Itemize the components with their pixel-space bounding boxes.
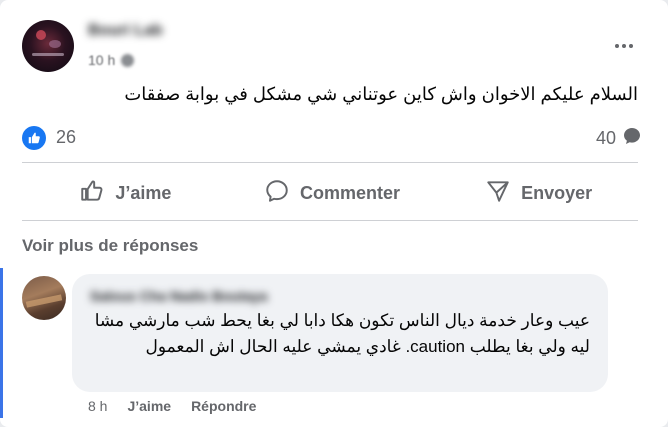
send-outline-icon: [485, 178, 511, 209]
comment-author-name[interactable]: Salous Cha Nadis Boutaya: [90, 288, 267, 304]
author-avatar[interactable]: [22, 20, 74, 72]
comment-actions: 8 h J’aime Répondre: [88, 398, 256, 414]
like-button[interactable]: J’aime: [22, 168, 229, 218]
send-button[interactable]: Envoyer: [435, 168, 642, 218]
thumbs-up-icon[interactable]: [22, 126, 46, 150]
globe-icon: [121, 53, 135, 67]
commenter-avatar[interactable]: [22, 276, 66, 320]
comment-button-label: Commenter: [299, 182, 401, 203]
like-count[interactable]: 26: [56, 127, 76, 148]
comment-outline-icon: [264, 178, 290, 209]
comment-reply-button[interactable]: Répondre: [191, 398, 256, 414]
post-time[interactable]: 10 h: [88, 52, 115, 68]
more-options-button[interactable]: [606, 28, 642, 64]
post-text: السلام عليكم الاخوان واش كاين عوتناني شي…: [124, 84, 638, 104]
comment-time[interactable]: 8 h: [88, 398, 107, 414]
reactions-bar: 26 40: [22, 124, 642, 152]
speech-bubble-icon: [622, 126, 642, 151]
post-meta: 10 h: [88, 52, 135, 68]
thread-indicator: [0, 268, 3, 418]
post-actions: J’aime Commenter Envoyer: [22, 168, 642, 218]
thumbs-up-outline-icon: [79, 178, 105, 209]
post-header: Bouri Lab 10 h: [22, 18, 642, 76]
comment-count: 40: [595, 128, 616, 148]
post-author-name[interactable]: Bouri Lab: [88, 22, 163, 40]
comment-bubble: Salous Cha Nadis Boutaya عيب وعار خدمة د…: [72, 274, 608, 392]
see-more-replies-link[interactable]: Voir plus de réponses: [22, 236, 198, 256]
comment-button[interactable]: Commenter: [229, 168, 436, 218]
like-button-label: J’aime: [115, 182, 172, 203]
send-button-label: Envoyer: [521, 182, 593, 203]
comment-count-link[interactable]: 40: [596, 126, 642, 151]
comment-text: عيب وعار خدمة ديال الناس تكون هكا دابا ل…: [94, 311, 590, 356]
post-card: Bouri Lab 10 h السلام عليكم الاخوان واش …: [0, 0, 668, 427]
divider-top: [22, 162, 638, 163]
comment-like-button[interactable]: J’aime: [127, 398, 171, 414]
divider-bottom: [22, 220, 638, 221]
three-dots-icon: [614, 44, 635, 48]
